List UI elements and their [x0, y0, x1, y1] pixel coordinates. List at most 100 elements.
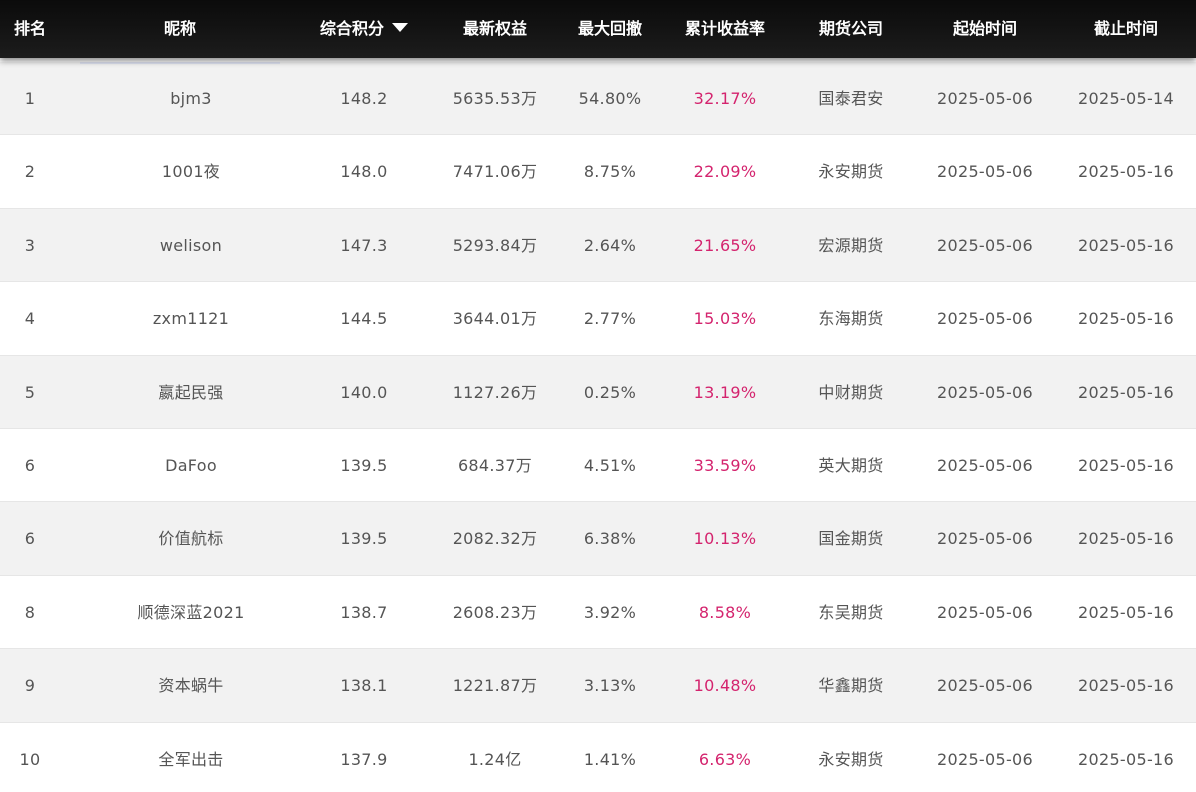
header-score-label: 综合积分 — [319, 19, 384, 38]
cell-firm: 东海期货 — [818, 309, 884, 329]
cell-score: 147.3 — [340, 235, 388, 255]
table-row[interactable]: 3 welison 147.3 5293.84万 2.64% 21.65% 宏源期货 2025… — [0, 208, 1196, 283]
cell-nickname[interactable]: 顺德深蓝2021 — [80, 576, 302, 649]
cell-end: 2025-05-14 — [1078, 89, 1174, 108]
cell-nickname[interactable]: 1001夜 — [80, 135, 302, 208]
cell-return: 13.19% — [693, 382, 757, 402]
header-end[interactable]: 截止时间 — [1056, 0, 1196, 58]
cell-start: 2025-05-06 — [937, 162, 1033, 182]
cell-firm: 中财期货 — [818, 382, 884, 402]
cell-drawdown: 0.25% — [583, 382, 637, 402]
cell-end: 2025-05-16 — [1078, 382, 1174, 402]
header-score[interactable]: 综合积分 — [302, 0, 426, 58]
cell-rank: 3 — [24, 235, 36, 255]
table-row[interactable]: 6 DaFoo 139.5 684.37万 4.51% 33.59% 英大期货 2025-05… — [0, 428, 1196, 503]
cell-nickname[interactable]: zxm1121 — [80, 282, 302, 355]
cell-firm: 永安期货 — [818, 749, 884, 769]
cell-firm: 宏源期货 — [818, 235, 884, 255]
cell-equity: 2082.32万 — [452, 529, 538, 549]
header-rank[interactable]: 排名 — [0, 0, 60, 58]
cell-nickname[interactable]: 嬴起民强 — [80, 356, 302, 429]
cell-rank: 8 — [24, 602, 36, 622]
table-row[interactable]: 1 bjm3 148.2 5635.53万 54.80% 32.17% 国泰君安 2025-0… — [0, 62, 1196, 136]
leaderboard-table: 排名 昵称 综合积分 最新权益 最大回撤 累计收益率 期货公司 起始时间 截止时… — [0, 0, 1196, 792]
cell-return: 10.13% — [693, 529, 757, 549]
cell-nickname[interactable]: 资本蜗牛 — [80, 649, 302, 722]
table-row[interactable]: 4 zxm1121 144.5 3644.01万 2.77% 15.03% 东海期货 2025… — [0, 282, 1196, 356]
cell-nickname[interactable]: 全军出击 — [80, 723, 302, 792]
cell-nickname[interactable]: 价值航标 — [80, 502, 302, 575]
cell-start: 2025-05-06 — [937, 749, 1033, 769]
cell-rank: 10 — [19, 749, 41, 769]
cell-rank: 2 — [24, 162, 36, 182]
cell-end: 2025-05-16 — [1078, 749, 1174, 769]
cell-return: 6.63% — [698, 749, 752, 769]
header-nickname[interactable]: 昵称 — [80, 0, 280, 58]
cell-equity: 2608.23万 — [452, 602, 538, 622]
cell-score: 140.0 — [340, 382, 388, 402]
cell-end: 2025-05-16 — [1078, 235, 1174, 255]
cell-rank: 9 — [24, 676, 36, 696]
table-row[interactable]: 10 全军出击 137.9 1.24亿 1.41% 6.63% 永安期货 2025-05-06… — [0, 722, 1196, 792]
cell-nickname[interactable]: welison — [80, 209, 302, 282]
table-body: 1 bjm3 148.2 5635.53万 54.80% 32.17% 国泰君安 2025-0… — [0, 62, 1196, 792]
cell-drawdown: 54.80% — [578, 89, 642, 108]
cell-firm: 永安期货 — [818, 162, 884, 182]
cell-return: 32.17% — [693, 89, 757, 108]
cell-score: 148.2 — [340, 89, 388, 108]
cell-rank: 6 — [24, 455, 36, 475]
cell-return: 10.48% — [693, 676, 757, 696]
table-row[interactable]: 6 价值航标 139.5 2082.32万 6.38% 10.13% 国金期货 2025-05… — [0, 502, 1196, 576]
table-row[interactable]: 9 资本蜗牛 138.1 1221.87万 3.13% 10.48% 华鑫期货 2025-05… — [0, 649, 1196, 723]
cell-drawdown: 4.51% — [583, 455, 637, 475]
cell-equity: 1127.26万 — [452, 382, 538, 402]
cell-score: 139.5 — [340, 529, 388, 549]
cell-end: 2025-05-16 — [1078, 529, 1174, 549]
cell-drawdown: 1.41% — [583, 749, 637, 769]
cell-equity: 3644.01万 — [452, 309, 538, 329]
cell-end: 2025-05-16 — [1078, 309, 1174, 329]
cell-firm: 华鑫期货 — [818, 676, 884, 696]
cell-firm: 英大期货 — [818, 455, 884, 475]
cell-score: 137.9 — [340, 749, 388, 769]
cell-drawdown: 6.38% — [583, 529, 637, 549]
cell-equity: 684.37万 — [457, 455, 533, 475]
cell-nickname[interactable]: DaFoo — [80, 429, 302, 502]
cell-start: 2025-05-06 — [937, 382, 1033, 402]
header-return[interactable]: 累计收益率 — [656, 0, 794, 58]
cell-score: 138.1 — [340, 676, 388, 696]
cell-end: 2025-05-16 — [1078, 676, 1174, 696]
cell-return: 8.58% — [698, 602, 752, 622]
table-row[interactable]: 2 1001夜 148.0 7471.06万 8.75% 22.09% 永安期货 2025-0… — [0, 135, 1196, 209]
cell-nickname[interactable]: bjm3 — [80, 62, 302, 135]
cell-score: 144.5 — [340, 309, 388, 329]
cell-end: 2025-05-16 — [1078, 602, 1174, 622]
cell-equity: 5635.53万 — [452, 89, 538, 108]
cell-equity: 5293.84万 — [452, 235, 538, 255]
cell-firm: 东吴期货 — [818, 602, 884, 622]
cell-equity: 1.24亿 — [468, 749, 522, 769]
table-row[interactable]: 5 嬴起民强 140.0 1127.26万 0.25% 13.19% 中财期货 2025-05… — [0, 355, 1196, 429]
cell-start: 2025-05-06 — [937, 89, 1033, 108]
cell-drawdown: 3.92% — [583, 602, 637, 622]
cell-firm: 国金期货 — [818, 529, 884, 549]
cell-score: 139.5 — [340, 455, 388, 475]
header-equity[interactable]: 最新权益 — [426, 0, 564, 58]
header-drawdown[interactable]: 最大回撤 — [564, 0, 656, 58]
cell-start: 2025-05-06 — [937, 676, 1033, 696]
cell-equity: 1221.87万 — [452, 676, 538, 696]
cell-score: 138.7 — [340, 602, 388, 622]
cell-end: 2025-05-16 — [1078, 455, 1174, 475]
cell-start: 2025-05-06 — [937, 602, 1033, 622]
header-start[interactable]: 起始时间 — [914, 0, 1056, 58]
header-firm[interactable]: 期货公司 — [794, 0, 908, 58]
cell-end: 2025-05-16 — [1078, 162, 1174, 182]
table-row[interactable]: 8 顺德深蓝2021 138.7 2608.23万 3.92% 8.58% 东吴期货 2025… — [0, 575, 1196, 650]
cell-start: 2025-05-06 — [937, 235, 1033, 255]
cell-drawdown: 3.13% — [583, 676, 637, 696]
cell-return: 33.59% — [693, 455, 757, 475]
cell-start: 2025-05-06 — [937, 455, 1033, 475]
cell-firm: 国泰君安 — [818, 89, 884, 108]
sort-desc-icon[interactable] — [392, 23, 408, 32]
cell-rank: 6 — [24, 529, 36, 549]
